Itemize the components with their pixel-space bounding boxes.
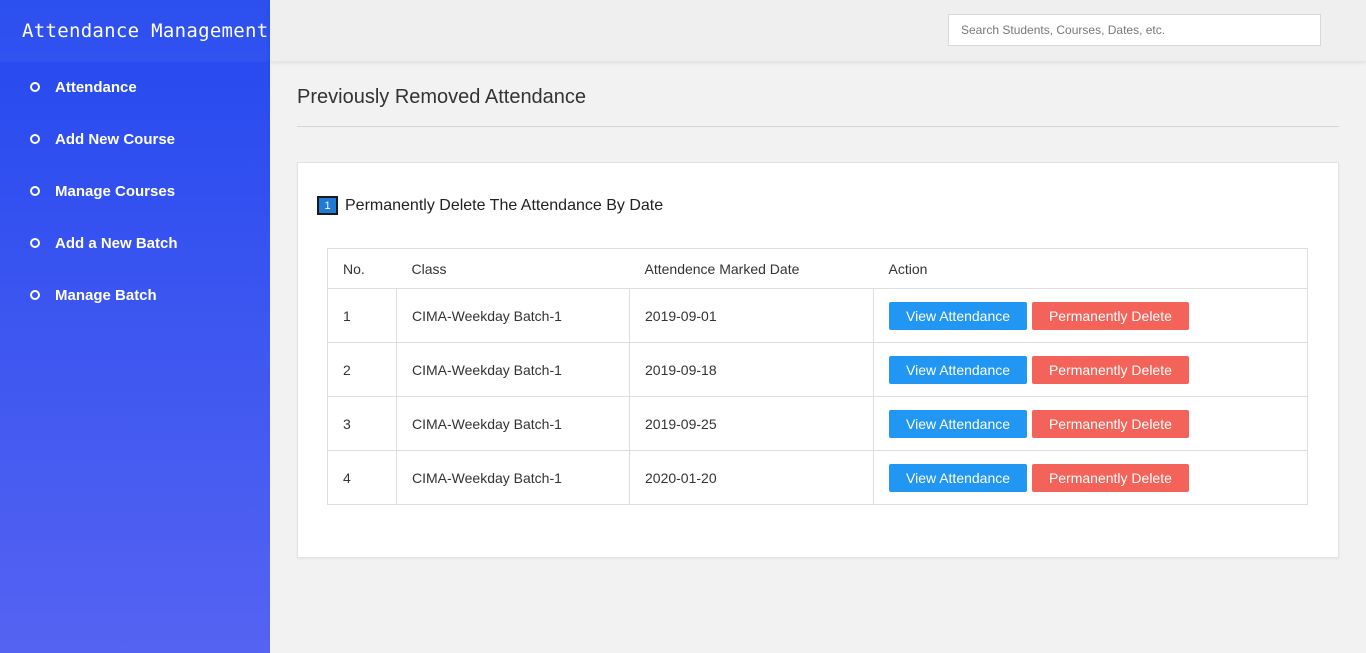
card-title: Permanently Delete The Attendance By Dat… (345, 196, 664, 214)
view-attendance-button[interactable]: View Attendance (889, 355, 1028, 384)
column-header-no: No. (327, 248, 397, 289)
search-input[interactable] (948, 14, 1321, 46)
cell-no: 2 (327, 342, 397, 397)
permanently-delete-button[interactable]: Permanently Delete (1031, 463, 1189, 492)
title-divider (297, 126, 1339, 127)
sidebar-item-add-new-course[interactable]: Add New Course (0, 113, 270, 165)
cell-actions: View Attendance Permanently Delete (873, 342, 1308, 397)
cell-no: 1 (327, 288, 397, 343)
column-header-date: Attendence Marked Date (629, 248, 874, 289)
cell-actions: View Attendance Permanently Delete (873, 288, 1308, 343)
topbar (270, 0, 1366, 61)
cell-date: 2019-09-18 (629, 342, 874, 397)
cell-no: 3 (327, 396, 397, 451)
page-title: Previously Removed Attendance (297, 86, 587, 108)
cell-date: 2019-09-25 (629, 396, 874, 451)
view-attendance-button[interactable]: View Attendance (889, 463, 1028, 492)
permanently-delete-button[interactable]: Permanently Delete (1031, 355, 1189, 384)
table-row: 4 CIMA-Weekday Batch-1 2020-01-20 View A… (327, 450, 1308, 505)
circle-bullet-icon (30, 290, 40, 300)
cell-actions: View Attendance Permanently Delete (873, 450, 1308, 505)
sidebar-item-attendance[interactable]: Attendance (0, 61, 270, 113)
cell-date: 2020-01-20 (629, 450, 874, 505)
number-badge: 1 (317, 196, 338, 215)
column-header-class: Class (396, 248, 630, 289)
circle-bullet-icon (30, 134, 40, 144)
sidebar-item-add-new-batch[interactable]: Add a New Batch (0, 217, 270, 269)
sidebar-item-manage-courses[interactable]: Manage Courses (0, 165, 270, 217)
attendance-card: 1 Permanently Delete The Attendance By D… (297, 162, 1339, 558)
sidebar-item-label: Manage Batch (55, 286, 157, 304)
table-header-row: No. Class Attendence Marked Date Action (327, 248, 1308, 289)
sidebar-item-label: Attendance (55, 78, 137, 96)
circle-bullet-icon (30, 186, 40, 196)
view-attendance-button[interactable]: View Attendance (889, 301, 1028, 330)
table-row: 1 CIMA-Weekday Batch-1 2019-09-01 View A… (327, 288, 1308, 343)
sidebar-item-label: Add New Course (55, 130, 176, 148)
sidebar-item-label: Add a New Batch (55, 234, 178, 252)
cell-date: 2019-09-01 (629, 288, 874, 343)
cell-actions: View Attendance Permanently Delete (873, 396, 1308, 451)
sidebar: Attendance Management Attendance Add New… (0, 0, 270, 653)
cell-class: CIMA-Weekday Batch-1 (396, 450, 630, 505)
permanently-delete-button[interactable]: Permanently Delete (1031, 301, 1189, 330)
table-row: 3 CIMA-Weekday Batch-1 2019-09-25 View A… (327, 396, 1308, 451)
cell-class: CIMA-Weekday Batch-1 (396, 288, 630, 343)
cell-no: 4 (327, 450, 397, 505)
circle-bullet-icon (30, 82, 40, 92)
cell-class: CIMA-Weekday Batch-1 (396, 396, 630, 451)
card-header: 1 Permanently Delete The Attendance By D… (317, 196, 663, 215)
circle-bullet-icon (30, 238, 40, 248)
attendance-table: No. Class Attendence Marked Date Action … (327, 248, 1308, 505)
app-title[interactable]: Attendance Management (0, 0, 270, 62)
view-attendance-button[interactable]: View Attendance (889, 409, 1028, 438)
sidebar-item-manage-batch[interactable]: Manage Batch (0, 269, 270, 321)
table-row: 2 CIMA-Weekday Batch-1 2019-09-18 View A… (327, 342, 1308, 397)
sidebar-item-label: Manage Courses (55, 182, 176, 200)
cell-class: CIMA-Weekday Batch-1 (396, 342, 630, 397)
column-header-action: Action (873, 248, 1308, 289)
permanently-delete-button[interactable]: Permanently Delete (1031, 409, 1189, 438)
sidebar-nav: Attendance Add New Course Manage Courses… (0, 62, 270, 322)
